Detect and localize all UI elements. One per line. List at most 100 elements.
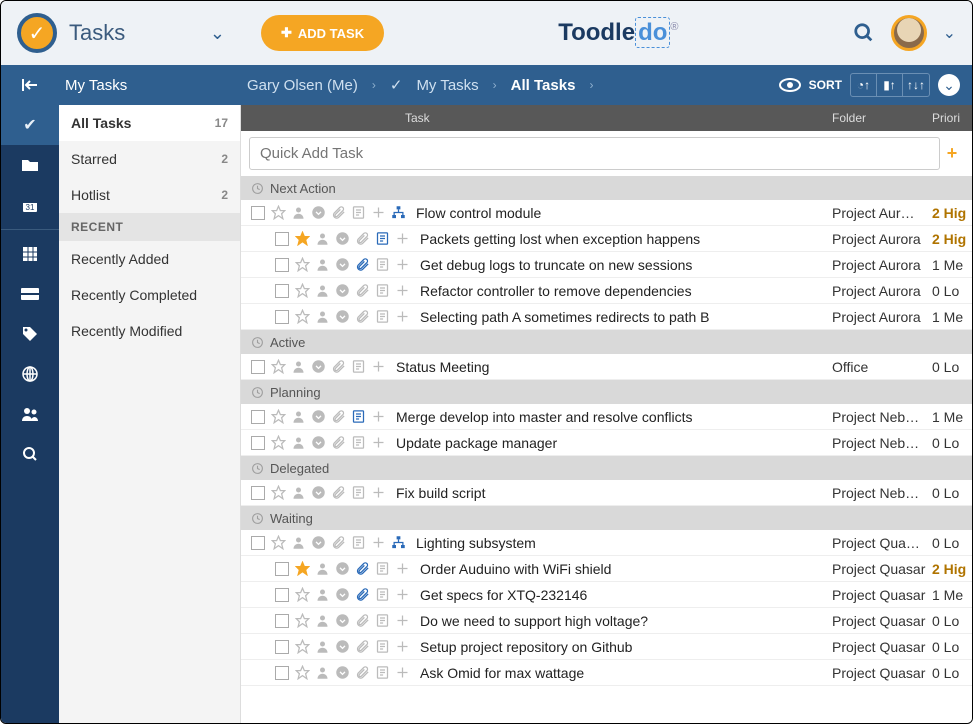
group-header[interactable]: Next Action — [241, 176, 972, 200]
paperclip-icon[interactable] — [331, 435, 346, 450]
drag-handle-icon[interactable] — [371, 409, 386, 424]
task-checkbox[interactable] — [275, 310, 289, 324]
task-row[interactable]: Ask Omid for max wattage Project Quasar … — [241, 660, 972, 686]
section-chevron-icon[interactable]: ⌄ — [210, 23, 225, 44]
note-icon[interactable] — [375, 639, 390, 654]
user-menu-chevron-icon[interactable]: ⌄ — [943, 23, 956, 43]
person-icon[interactable] — [291, 485, 306, 500]
task-checkbox[interactable] — [275, 640, 289, 654]
task-row[interactable]: Order Auduino with WiFi shield Project Q… — [241, 556, 972, 582]
drag-handle-icon[interactable] — [395, 665, 410, 680]
task-row[interactable]: Get debug logs to truncate on new sessio… — [241, 252, 972, 278]
task-row[interactable]: Update package manager Project Neb… 0 Lo — [241, 430, 972, 456]
drag-handle-icon[interactable] — [395, 587, 410, 602]
person-icon[interactable] — [315, 257, 330, 272]
person-icon[interactable] — [315, 613, 330, 628]
subtasks-icon[interactable] — [391, 535, 406, 550]
sort-status-button[interactable]: ◔↑ — [851, 74, 877, 96]
sort-bookmark-button[interactable]: ▮↑ — [877, 74, 903, 96]
star-icon[interactable] — [271, 409, 286, 424]
status-chevron-icon[interactable] — [311, 435, 326, 450]
rail-folder-icon[interactable] — [1, 145, 59, 185]
note-icon[interactable] — [351, 535, 366, 550]
rail-people-icon[interactable] — [1, 394, 59, 434]
task-row[interactable]: Selecting path A sometimes redirects to … — [241, 304, 972, 330]
task-row[interactable]: Get specs for XTQ-232146 Project Quasar … — [241, 582, 972, 608]
drag-handle-icon[interactable] — [395, 257, 410, 272]
rail-globe-icon[interactable] — [1, 354, 59, 394]
star-icon[interactable] — [271, 485, 286, 500]
breadcrumb-owner[interactable]: Gary Olsen (Me) — [247, 77, 358, 94]
quick-add-plus-icon[interactable]: + — [940, 143, 964, 164]
person-icon[interactable] — [315, 283, 330, 298]
task-checkbox[interactable] — [251, 206, 265, 220]
person-icon[interactable] — [315, 665, 330, 680]
person-icon[interactable] — [291, 409, 306, 424]
status-chevron-icon[interactable] — [335, 561, 350, 576]
subtasks-icon[interactable] — [391, 205, 406, 220]
drag-handle-icon[interactable] — [371, 485, 386, 500]
group-header[interactable]: Planning — [241, 380, 972, 404]
paperclip-icon[interactable] — [331, 359, 346, 374]
task-checkbox[interactable] — [275, 562, 289, 576]
star-icon[interactable] — [295, 639, 310, 654]
star-icon[interactable] — [271, 435, 286, 450]
note-icon[interactable] — [351, 409, 366, 424]
breadcrumb-root[interactable]: My Tasks — [59, 77, 127, 94]
star-icon[interactable] — [295, 665, 310, 680]
group-header[interactable]: Delegated — [241, 456, 972, 480]
status-chevron-icon[interactable] — [335, 231, 350, 246]
more-view-options-button[interactable]: ⌄ — [938, 74, 960, 96]
paperclip-icon[interactable] — [355, 665, 370, 680]
task-checkbox[interactable] — [275, 284, 289, 298]
task-row[interactable]: Lighting subsystem Project Qua… 0 Lo — [241, 530, 972, 556]
drag-handle-icon[interactable] — [371, 205, 386, 220]
task-row[interactable]: Merge develop into master and resolve co… — [241, 404, 972, 430]
group-header[interactable]: Active — [241, 330, 972, 354]
note-icon[interactable] — [375, 283, 390, 298]
person-icon[interactable] — [291, 435, 306, 450]
sidebar-item[interactable]: Hotlist2 — [59, 177, 240, 213]
drag-handle-icon[interactable] — [395, 231, 410, 246]
task-row[interactable]: Refactor controller to remove dependenci… — [241, 278, 972, 304]
status-chevron-icon[interactable] — [335, 639, 350, 654]
status-chevron-icon[interactable] — [311, 409, 326, 424]
person-icon[interactable] — [315, 309, 330, 324]
drag-handle-icon[interactable] — [395, 639, 410, 654]
note-icon[interactable] — [351, 435, 366, 450]
paperclip-icon[interactable] — [355, 257, 370, 272]
search-icon[interactable] — [853, 22, 875, 44]
note-icon[interactable] — [375, 613, 390, 628]
rail-search-icon[interactable] — [1, 434, 59, 474]
status-chevron-icon[interactable] — [311, 359, 326, 374]
task-checkbox[interactable] — [275, 258, 289, 272]
paperclip-icon[interactable] — [331, 409, 346, 424]
person-icon[interactable] — [315, 587, 330, 602]
add-task-button[interactable]: ✚ ADD TASK — [261, 15, 384, 51]
sidebar-item[interactable]: Starred2 — [59, 141, 240, 177]
person-icon[interactable] — [315, 231, 330, 246]
star-icon[interactable] — [271, 205, 286, 220]
paperclip-icon[interactable] — [355, 283, 370, 298]
task-checkbox[interactable] — [251, 360, 265, 374]
status-chevron-icon[interactable] — [311, 485, 326, 500]
note-icon[interactable] — [375, 561, 390, 576]
status-chevron-icon[interactable] — [335, 665, 350, 680]
task-row[interactable]: Status Meeting Office 0 Lo — [241, 354, 972, 380]
column-task[interactable]: Task — [241, 111, 832, 125]
rail-tag-icon[interactable] — [1, 314, 59, 354]
status-chevron-icon[interactable] — [335, 283, 350, 298]
star-icon[interactable] — [295, 283, 310, 298]
star-icon[interactable] — [295, 561, 310, 576]
drag-handle-icon[interactable] — [395, 309, 410, 324]
sidebar-recent-item[interactable]: Recently Added — [59, 241, 240, 277]
task-checkbox[interactable] — [251, 436, 265, 450]
status-chevron-icon[interactable] — [311, 535, 326, 550]
paperclip-icon[interactable] — [355, 613, 370, 628]
star-icon[interactable] — [271, 535, 286, 550]
drag-handle-icon[interactable] — [395, 613, 410, 628]
group-header[interactable]: Waiting — [241, 506, 972, 530]
collapse-sidebar-button[interactable] — [1, 77, 59, 93]
sidebar-recent-item[interactable]: Recently Modified — [59, 313, 240, 349]
person-icon[interactable] — [291, 535, 306, 550]
